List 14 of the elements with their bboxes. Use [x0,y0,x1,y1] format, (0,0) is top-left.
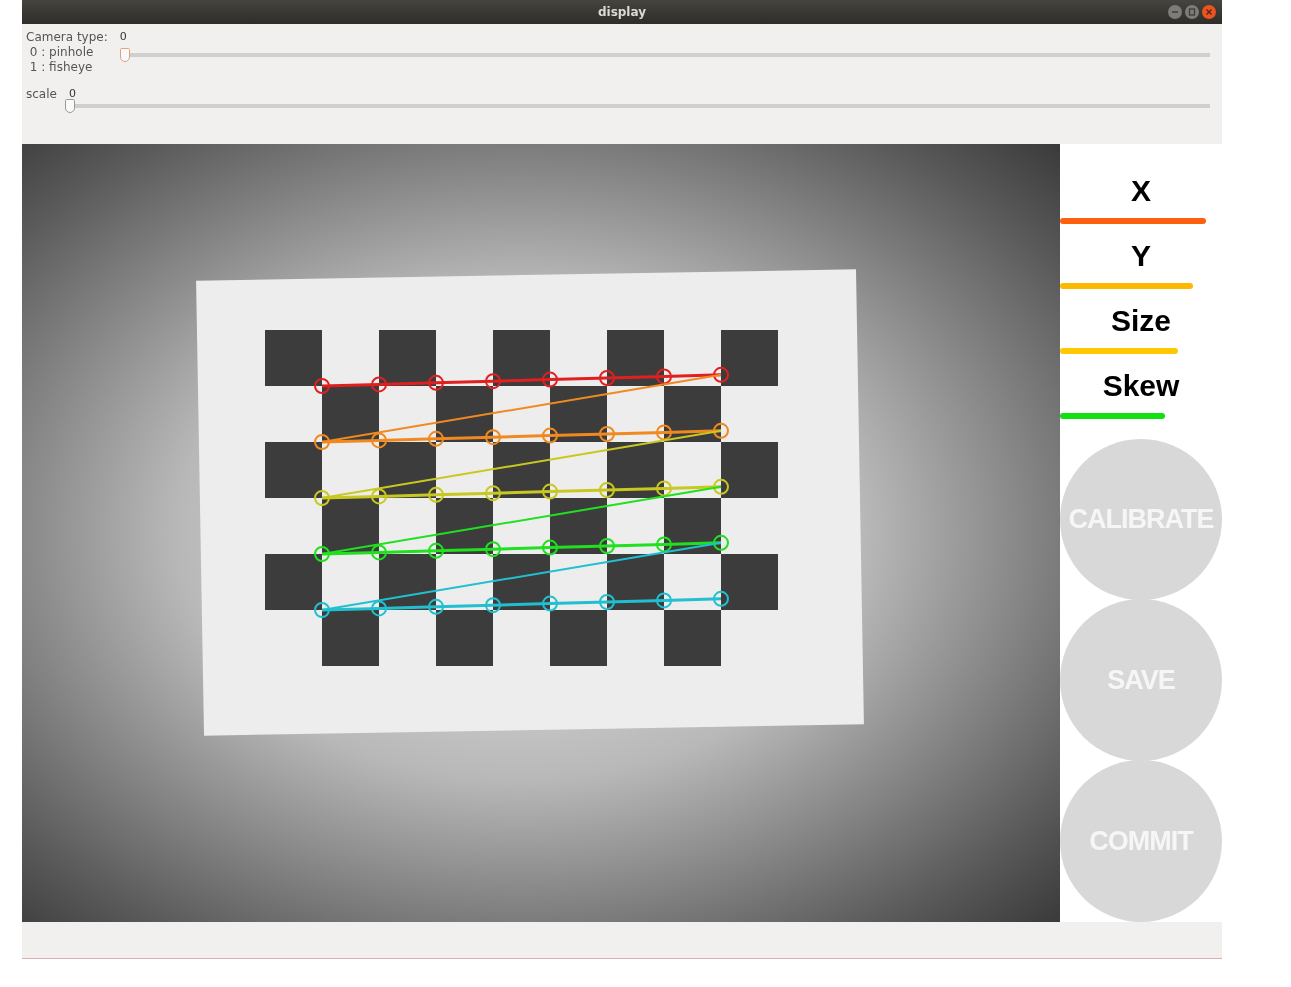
progress-label: Skew [1101,368,1181,403]
progress-label: X [1130,173,1152,208]
trackbar-label: scale [26,87,57,102]
progress-label: Size [1110,303,1172,338]
minimize-icon[interactable] [1168,5,1182,19]
maximize-icon[interactable] [1185,5,1199,19]
trackbar-value: 0 [119,30,127,43]
window-title: display [597,5,647,19]
close-icon[interactable] [1202,5,1216,19]
trackbar-value: 0 [68,87,76,100]
trackbar-label: Camera type: 0 : pinhole 1 : fisheye [26,30,108,75]
progress-label: Y [1130,238,1152,273]
slider-thumb[interactable] [119,48,130,62]
slider-thumb[interactable] [64,99,75,113]
